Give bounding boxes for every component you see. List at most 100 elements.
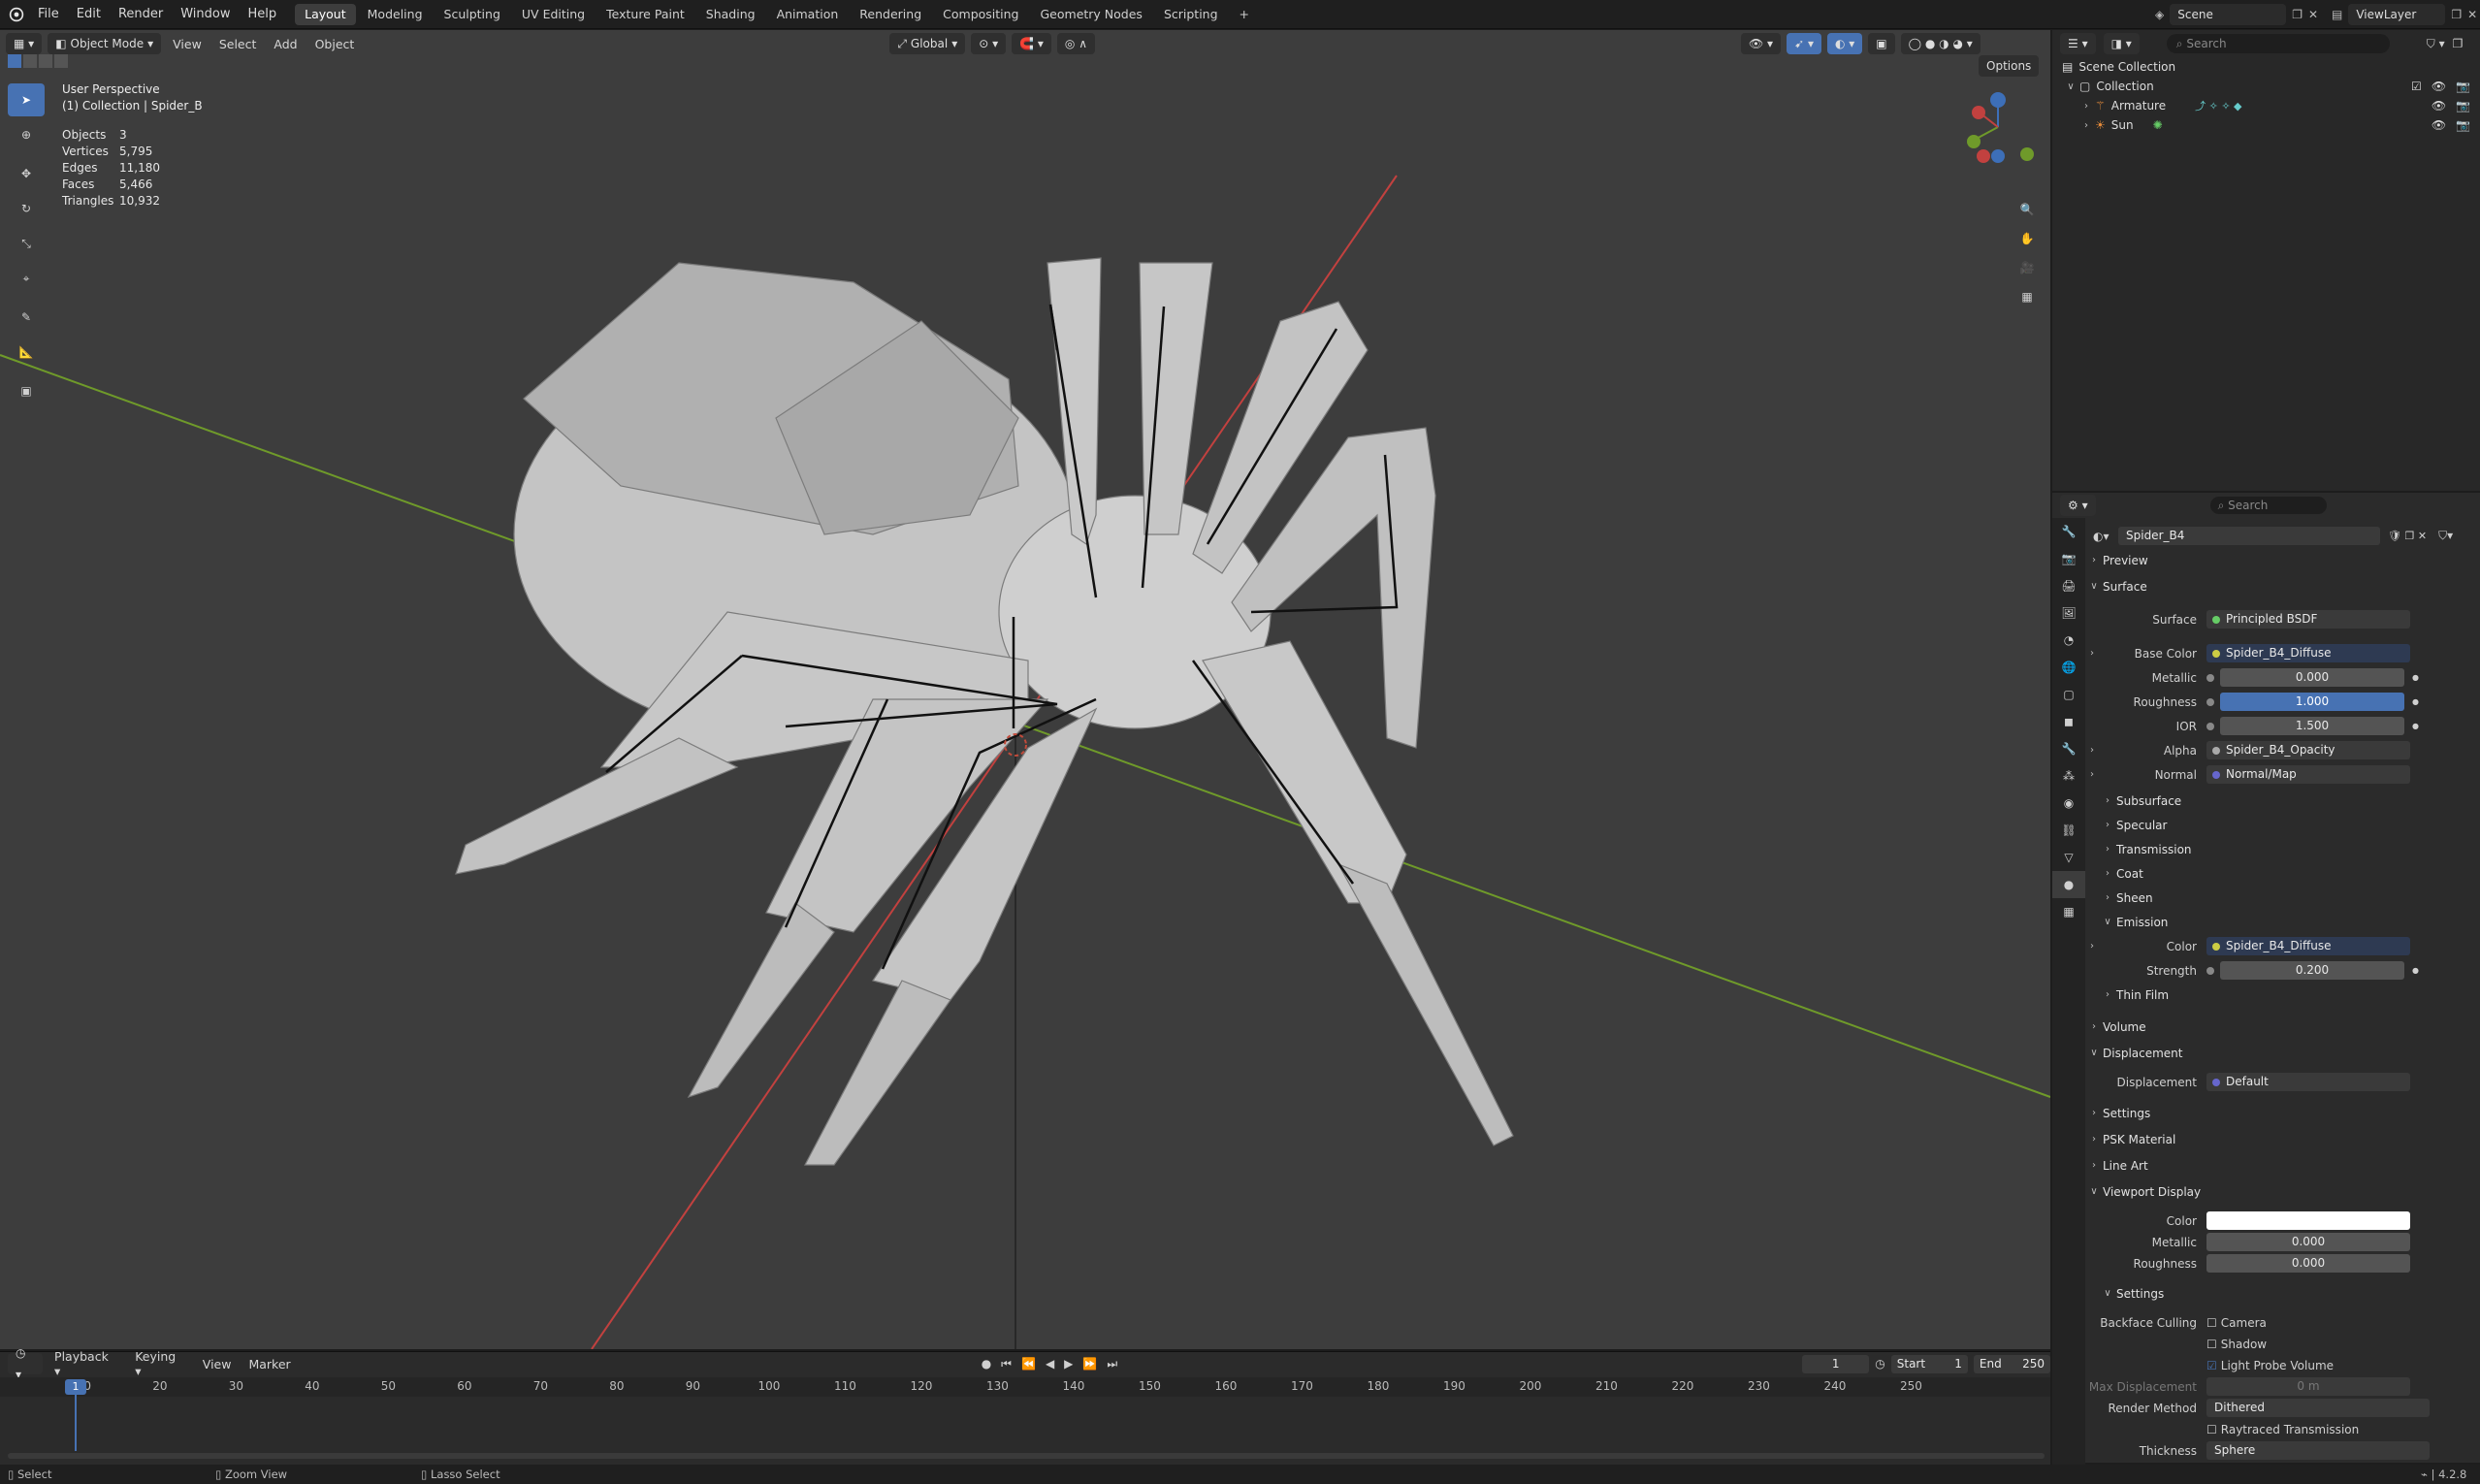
menu-edit[interactable]: Edit xyxy=(68,0,110,29)
viewport-menu-object[interactable]: Object xyxy=(309,37,361,51)
emission-strength-field[interactable]: 0.200 xyxy=(2220,961,2404,980)
chevron-right-icon[interactable]: › xyxy=(2085,769,2099,780)
keyframe-dot-icon[interactable]: ● xyxy=(2412,722,2419,730)
tab-texture-paint[interactable]: Texture Paint xyxy=(596,4,694,25)
ortho-grid-icon[interactable]: ▦ xyxy=(2012,282,2043,311)
menu-window[interactable]: Window xyxy=(172,0,239,29)
section-psk-material[interactable]: › PSK Material xyxy=(2085,1127,2480,1151)
particles-tab-icon[interactable]: ⁂ xyxy=(2052,762,2085,790)
eye-icon[interactable]: 👁 xyxy=(2432,99,2446,113)
next-key-icon[interactable]: ⏩ xyxy=(1082,1357,1097,1371)
measure-tool[interactable]: 📐 xyxy=(8,336,45,369)
physics-tab-icon[interactable]: ◉ xyxy=(2052,790,2085,817)
frame-ruler[interactable]: 1020304050607080901001101201301401501601… xyxy=(0,1377,2050,1397)
viewport-menu-add[interactable]: Add xyxy=(268,37,303,51)
material-sphere-icon[interactable]: ◐▾ xyxy=(2093,530,2110,543)
view-layer-tab-icon[interactable]: 🖼 xyxy=(2052,599,2085,627)
mode-selector[interactable]: ◧ Object Mode ▾ xyxy=(48,33,162,54)
jump-end-icon[interactable]: ⏭ xyxy=(1107,1357,1117,1371)
subsection-specular[interactable]: › Specular xyxy=(2099,813,2480,837)
timeline-menu-view[interactable]: View xyxy=(197,1357,238,1371)
material-name-field[interactable]: Spider_B4 xyxy=(2118,527,2380,545)
vd-roughness-field[interactable]: 0.000 xyxy=(2206,1254,2410,1273)
checkbox-icon[interactable]: ☑ xyxy=(2411,80,2422,93)
timeline-menu-playback[interactable]: Playback ▾ xyxy=(48,1349,123,1378)
data-tab-icon[interactable]: ▽ xyxy=(2052,844,2085,871)
select-subtract-icon[interactable] xyxy=(39,54,52,68)
transform-tool[interactable]: ⌖ xyxy=(8,262,45,295)
tree-collection[interactable]: ∨ ▢ Collection ☑ 👁 📷 xyxy=(2062,77,2480,96)
thickness-dropdown[interactable]: Sphere xyxy=(2206,1441,2430,1460)
chevron-right-icon[interactable]: › xyxy=(2085,648,2099,659)
chevron-right-icon[interactable]: › xyxy=(2077,101,2095,112)
ior-field[interactable]: 1.500 xyxy=(2220,717,2404,735)
tab-modeling[interactable]: Modeling xyxy=(358,4,433,25)
normal-field[interactable]: Normal/Map xyxy=(2206,765,2410,784)
outliner-editor-type[interactable]: ☰ ▾ xyxy=(2060,33,2096,54)
snap-button[interactable]: 🧲 ▾ xyxy=(1012,33,1051,54)
camera-icon[interactable]: 📷 xyxy=(2456,99,2470,113)
subsection-coat[interactable]: › Coat xyxy=(2099,861,2480,886)
autokey-icon[interactable]: ● xyxy=(982,1357,991,1371)
new-collection-icon[interactable]: ❐ xyxy=(2453,37,2464,50)
tab-sculpting[interactable]: Sculpting xyxy=(435,4,510,25)
render-method-dropdown[interactable]: Dithered xyxy=(2206,1399,2430,1417)
tree-scene-collection[interactable]: ▤ Scene Collection xyxy=(2062,57,2480,77)
editor-type-button[interactable]: ▦ ▾ xyxy=(6,33,43,54)
pan-hand-icon[interactable]: ✋ xyxy=(2012,224,2043,253)
filter-icon[interactable]: ⛉ ▾ xyxy=(2427,37,2445,51)
transform-orientation-dropdown[interactable]: ⤢ Global ▾ xyxy=(889,33,966,54)
gizmo-toggle[interactable]: ➹ ▾ xyxy=(1787,33,1821,54)
visibility-button[interactable]: 👁 ▾ xyxy=(1741,33,1782,54)
render-tab-icon[interactable]: 📷 xyxy=(2052,545,2085,572)
output-tab-icon[interactable]: 🖨 xyxy=(2052,572,2085,599)
world-tab-icon[interactable]: 🌐 xyxy=(2052,654,2085,681)
proportional-edit-button[interactable]: ◎ ∧ xyxy=(1056,33,1095,54)
jump-start-icon[interactable]: ⏮ xyxy=(1001,1357,1012,1371)
fake-user-icon[interactable]: 🛡 xyxy=(2388,530,2401,542)
properties-search[interactable]: ⌕ Search xyxy=(2209,497,2327,514)
viewport-menu-view[interactable]: View xyxy=(167,37,208,51)
menu-help[interactable]: Help xyxy=(240,0,286,29)
displacement-field[interactable]: Default xyxy=(2206,1073,2410,1091)
move-tool[interactable]: ✥ xyxy=(8,157,45,190)
filter-icon[interactable]: ⛉▾ xyxy=(2438,529,2453,543)
raytraced-checkbox[interactable]: ☐ xyxy=(2206,1423,2217,1436)
select-extend-icon[interactable] xyxy=(23,54,37,68)
tab-uv-editing[interactable]: UV Editing xyxy=(512,4,595,25)
section-displacement[interactable]: ∨ Displacement xyxy=(2085,1041,2480,1065)
rotate-tool[interactable]: ↻ xyxy=(8,192,45,225)
chevron-down-icon[interactable]: ∨ xyxy=(2062,81,2079,92)
add-workspace-icon[interactable]: + xyxy=(1230,4,1259,25)
tab-geometry-nodes[interactable]: Geometry Nodes xyxy=(1031,4,1152,25)
xray-toggle[interactable]: ▣ xyxy=(1868,33,1895,54)
select-box-tool[interactable]: ➤ xyxy=(8,83,45,116)
section-preview[interactable]: › Preview xyxy=(2085,548,2480,572)
material-tab-icon[interactable]: ● xyxy=(2052,871,2085,898)
properties-editor-type[interactable]: ⚙ ▾ xyxy=(2060,495,2096,516)
new-scene-icon[interactable]: ❐ xyxy=(2292,8,2303,21)
tab-rendering[interactable]: Rendering xyxy=(850,4,931,25)
current-frame-field[interactable]: 1 xyxy=(1802,1354,1870,1373)
subsection-thin-film[interactable]: › Thin Film xyxy=(2099,983,2480,1007)
viewport-scene[interactable] xyxy=(0,30,2050,1349)
emission-color-field[interactable]: Spider_B4_Diffuse xyxy=(2206,937,2410,955)
chevron-right-icon[interactable]: › xyxy=(2085,745,2099,756)
subsection-emission[interactable]: ∨ Emission xyxy=(2099,910,2480,934)
subsection-transmission[interactable]: › Transmission xyxy=(2099,837,2480,861)
play-icon[interactable]: ▶ xyxy=(1064,1357,1073,1371)
section-viewport-display[interactable]: ∨ Viewport Display xyxy=(2085,1179,2480,1204)
tab-shading[interactable]: Shading xyxy=(696,4,765,25)
light-probe-checkbox[interactable]: ☑ xyxy=(2206,1359,2217,1372)
section-line-art[interactable]: › Line Art xyxy=(2085,1153,2480,1178)
camera-checkbox[interactable]: ☐ xyxy=(2206,1316,2217,1330)
navigation-gizmo[interactable] xyxy=(1959,88,2037,166)
metallic-field[interactable]: 0.000 xyxy=(2220,668,2404,687)
options-button[interactable]: Options xyxy=(1979,55,2040,77)
viewlayer-field[interactable]: ViewLayer xyxy=(2348,4,2446,25)
menu-render[interactable]: Render xyxy=(110,0,172,29)
timeline-scrollbar[interactable] xyxy=(8,1453,2045,1459)
annotate-tool[interactable]: ✎ xyxy=(8,301,45,334)
tab-compositing[interactable]: Compositing xyxy=(933,4,1028,25)
end-frame-field[interactable]: End 250 xyxy=(1973,1354,2050,1373)
